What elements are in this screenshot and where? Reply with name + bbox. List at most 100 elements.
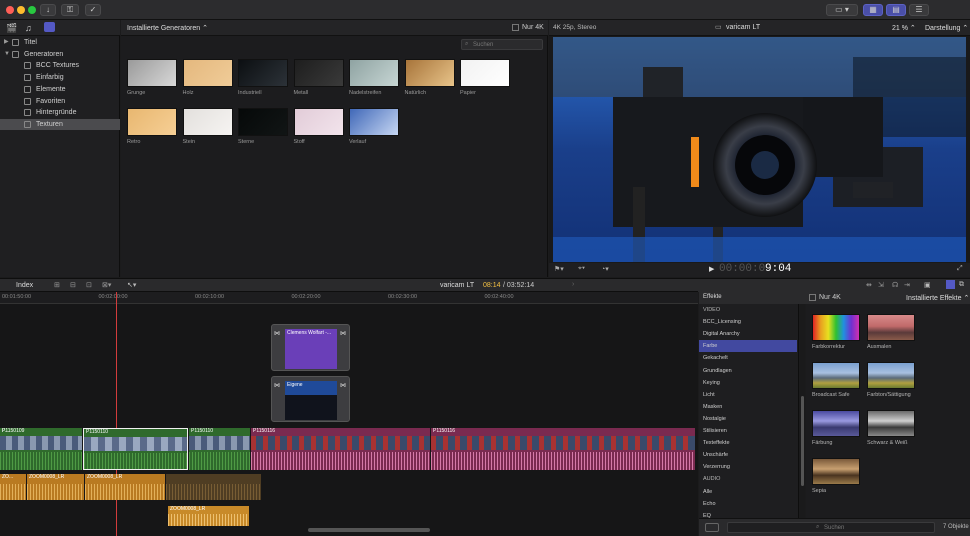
feedback-button[interactable]: ▭ ▾ bbox=[826, 4, 858, 16]
sidebar-item-1[interactable]: ▼ Generatoren bbox=[0, 49, 120, 60]
effects-category-item[interactable]: Texteffekte bbox=[699, 437, 797, 449]
only-4k-checkbox[interactable] bbox=[512, 24, 519, 31]
category-scrollbar-thumb[interactable] bbox=[801, 396, 804, 486]
connected-generator-clip[interactable]: Eigene ⋈ ⋈ bbox=[271, 376, 350, 422]
display-dropdown[interactable]: Darstellung ⌃ bbox=[925, 24, 968, 32]
clip-appearance-icon[interactable]: ▣ bbox=[924, 281, 931, 289]
generator-thumbnail[interactable] bbox=[127, 59, 177, 87]
sidebar-item-5[interactable]: Favoriten bbox=[0, 96, 120, 107]
disclosure-closed-icon[interactable]: ▶ bbox=[4, 37, 9, 48]
effects-category-item[interactable]: Masken bbox=[699, 401, 797, 413]
effects-category-item[interactable]: Digital Anarchy bbox=[699, 328, 797, 340]
generator-thumbnail[interactable] bbox=[293, 59, 344, 87]
effects-category-item[interactable]: Unschärfe bbox=[699, 449, 797, 461]
effect-thumbnail[interactable] bbox=[812, 314, 860, 341]
zoom-window-button[interactable] bbox=[28, 6, 36, 14]
background-tasks-button[interactable]: ✓ bbox=[85, 4, 101, 16]
append-clip-icon[interactable]: ⊡ bbox=[86, 281, 92, 289]
audio-clip[interactable]: ZOOM0008_LR bbox=[168, 506, 249, 526]
effect-thumbnail[interactable] bbox=[812, 362, 860, 389]
trim-handle-icon[interactable]: ⋈ bbox=[340, 382, 346, 389]
effects-category-item[interactable]: Verzerrung bbox=[699, 461, 797, 473]
compound-clip[interactable]: P1150116 bbox=[251, 428, 430, 470]
effects-category-item[interactable]: Licht bbox=[699, 389, 797, 401]
keywords-button[interactable]: ⚿ bbox=[61, 4, 79, 16]
audio-icon[interactable]: ♫ bbox=[25, 23, 32, 33]
audio-clip[interactable]: ZOOM0008_LR bbox=[27, 474, 84, 500]
effects-category-item[interactable]: Grundlagen bbox=[699, 365, 797, 377]
trim-handle-icon[interactable]: ⋈ bbox=[340, 330, 346, 337]
sidebar-toggle-icon[interactable] bbox=[705, 523, 719, 532]
titles-generators-icon[interactable] bbox=[44, 22, 55, 32]
effects-browser-icon[interactable] bbox=[946, 280, 955, 289]
browser-search-input[interactable]: ⌕ Suchen bbox=[461, 39, 543, 50]
show-timeline-button[interactable]: ▤ bbox=[886, 4, 906, 16]
connected-title-clip[interactable]: Clemens Wolfart -... ⋈ ⋈ bbox=[271, 324, 350, 371]
trim-handle-icon[interactable]: ⋈ bbox=[274, 330, 280, 337]
show-inspector-button[interactable]: ☰ bbox=[909, 4, 929, 16]
speed-icon[interactable]: ◔▾ bbox=[601, 265, 609, 273]
effect-thumbnail[interactable] bbox=[867, 410, 915, 437]
generator-thumbnail[interactable] bbox=[238, 108, 288, 136]
effects-category-item[interactable]: BCC_Licensing bbox=[699, 316, 797, 328]
zoom-dropdown[interactable]: 21 % ⌃ bbox=[892, 24, 916, 32]
sidebar-item-3[interactable]: Einfarbig bbox=[0, 72, 120, 83]
sidebar-item-0[interactable]: ▶ Titel bbox=[0, 37, 120, 48]
generator-thumbnail[interactable] bbox=[404, 59, 455, 87]
effects-category-item[interactable]: Farbe bbox=[699, 340, 797, 353]
video-clip[interactable]: P1150110 bbox=[189, 428, 250, 470]
effect-thumbnail[interactable] bbox=[812, 458, 860, 485]
video-clip[interactable]: P1150109 bbox=[0, 428, 82, 470]
effect-thumbnail[interactable] bbox=[867, 362, 915, 389]
effects-category-item[interactable]: Keying bbox=[699, 377, 797, 389]
generator-filter-dropdown[interactable]: Installierte Generatoren ⌃ bbox=[127, 24, 208, 32]
audio-skimming-icon[interactable]: ⇲ bbox=[878, 281, 884, 289]
disclosure-open-icon[interactable]: ▼ bbox=[4, 49, 10, 60]
generator-thumbnail[interactable] bbox=[293, 108, 344, 136]
generator-thumbnail[interactable] bbox=[460, 59, 510, 87]
video-clip-selected[interactable]: P1150110 bbox=[83, 428, 188, 470]
effects-category-item[interactable]: Echo bbox=[699, 498, 797, 510]
libraries-icon[interactable]: 🎬 bbox=[6, 23, 17, 34]
timeline-tracks[interactable]: Clemens Wolfart -... ⋈ ⋈ Eigene ⋈ ⋈ P115… bbox=[0, 292, 698, 536]
sidebar-item-7[interactable]: Texturen bbox=[0, 118, 120, 130]
connect-clip-icon[interactable]: ⊞ bbox=[54, 281, 60, 289]
timeline-ruler[interactable]: 00:01:50:00 00:02:00:00 00:02:10:00 00:02:2… bbox=[0, 292, 698, 304]
skimming-icon[interactable]: ⇹ bbox=[866, 281, 872, 289]
insert-clip-icon[interactable]: ⊟ bbox=[70, 281, 76, 289]
close-window-button[interactable] bbox=[6, 6, 14, 14]
generator-thumbnail[interactable] bbox=[182, 59, 233, 87]
overwrite-clip-icon[interactable]: ⊠▾ bbox=[102, 281, 111, 289]
viewer-video-frame[interactable] bbox=[553, 37, 966, 262]
sidebar-item-2[interactable]: BCC Textures bbox=[0, 60, 120, 71]
generator-thumbnail[interactable] bbox=[182, 108, 233, 136]
select-tool-icon[interactable]: ↖▾ bbox=[127, 281, 136, 289]
effect-thumbnail[interactable] bbox=[867, 314, 915, 341]
generator-thumbnail[interactable] bbox=[349, 108, 399, 136]
effect-thumbnail[interactable] bbox=[812, 410, 860, 437]
sidebar-item-4[interactable]: Elemente bbox=[0, 84, 120, 95]
import-button[interactable]: ↓ bbox=[40, 4, 56, 16]
minimize-window-button[interactable] bbox=[17, 6, 25, 14]
transitions-icon[interactable]: ⧉ bbox=[959, 281, 964, 289]
snapping-icon[interactable]: ⇥ bbox=[904, 281, 910, 289]
show-browser-button[interactable]: ▦ bbox=[863, 4, 883, 16]
effects-category-item[interactable]: Nostalgie bbox=[699, 413, 797, 425]
sidebar-item-6[interactable]: Hintergründe bbox=[0, 107, 120, 118]
timeline-scrollbar[interactable] bbox=[308, 528, 430, 532]
audio-clip-disabled[interactable] bbox=[166, 474, 261, 500]
play-icon[interactable]: ▶ bbox=[709, 265, 714, 273]
transform-icon[interactable]: ⌖▾ bbox=[578, 265, 585, 273]
effects-category-item[interactable]: Gekachelt bbox=[699, 352, 797, 364]
audio-clip[interactable]: ZO... bbox=[0, 474, 26, 500]
index-button[interactable]: Index bbox=[16, 282, 33, 289]
category-scrollbar-track[interactable] bbox=[800, 304, 805, 518]
installed-effects-dropdown[interactable]: Installierte Effekte ⌃ bbox=[906, 294, 969, 302]
flag-icon[interactable]: ⚑▾ bbox=[554, 265, 564, 273]
effects-category-item[interactable]: Stilisieren bbox=[699, 425, 797, 437]
forward-icon[interactable]: › bbox=[572, 281, 574, 288]
audio-clip[interactable]: ZOOM0008_LR bbox=[85, 474, 165, 500]
only-4k-effects-checkbox[interactable] bbox=[809, 294, 816, 301]
trim-handle-icon[interactable]: ⋈ bbox=[274, 382, 280, 389]
generator-thumbnail[interactable] bbox=[127, 108, 177, 136]
